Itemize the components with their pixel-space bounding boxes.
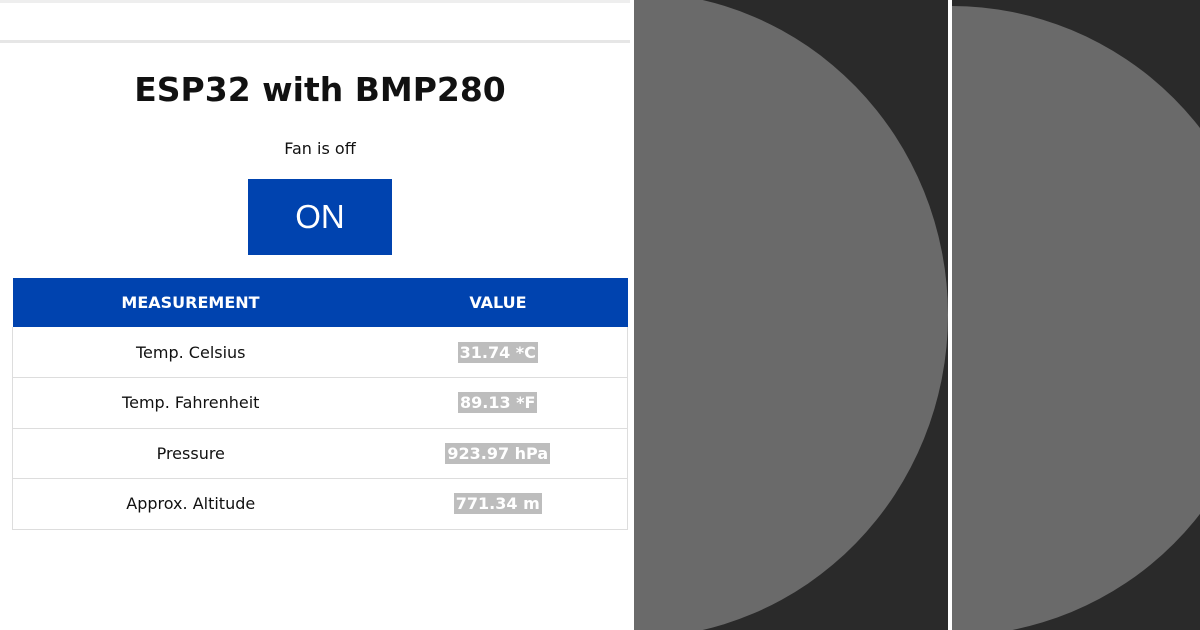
dark-panel-left <box>634 0 948 630</box>
fan-status-text: Fan is off <box>284 139 356 158</box>
fan-on-button[interactable]: ON <box>248 179 392 255</box>
table-row: Temp. Celsius 31.74 *C <box>12 327 628 378</box>
table-row: Temp. Fahrenheit 89.13 *F <box>12 377 628 429</box>
table-row: Pressure 923.97 hPa <box>12 428 628 479</box>
web-page: ESP32 with BMP280 Fan is off ON MEASUREM… <box>0 0 634 630</box>
measurement-value: 771.34 m <box>453 493 542 515</box>
measurement-column-header: MEASUREMENT <box>12 278 369 327</box>
half-circle-shape <box>634 0 948 630</box>
table-row: Approx. Altitude 771.34 m <box>12 478 628 530</box>
measurement-value-cell: 923.97 hPa <box>368 428 628 479</box>
measurement-value-cell: 31.74 *C <box>368 327 628 378</box>
measurement-label: Approx. Altitude <box>12 478 369 530</box>
value-column-header: VALUE <box>368 278 628 327</box>
measurement-value-cell: 771.34 m <box>368 478 628 530</box>
dark-panel-right <box>952 0 1200 630</box>
measurement-label: Temp. Fahrenheit <box>12 377 369 429</box>
measurements-table: MEASUREMENT VALUE Temp. Celsius 31.74 *C… <box>12 278 628 530</box>
half-circle-shape <box>952 6 1200 630</box>
measurement-value: 89.13 *F <box>458 392 538 414</box>
table-header-row: MEASUREMENT VALUE <box>12 278 628 327</box>
measurement-value-cell: 89.13 *F <box>368 377 628 429</box>
measurement-label: Pressure <box>12 428 369 479</box>
measurement-value: 923.97 hPa <box>445 442 551 464</box>
browser-top-bar <box>0 0 630 43</box>
measurement-value: 31.74 *C <box>457 341 538 363</box>
measurement-label: Temp. Celsius <box>12 327 369 378</box>
page-title: ESP32 with BMP280 <box>134 70 506 109</box>
